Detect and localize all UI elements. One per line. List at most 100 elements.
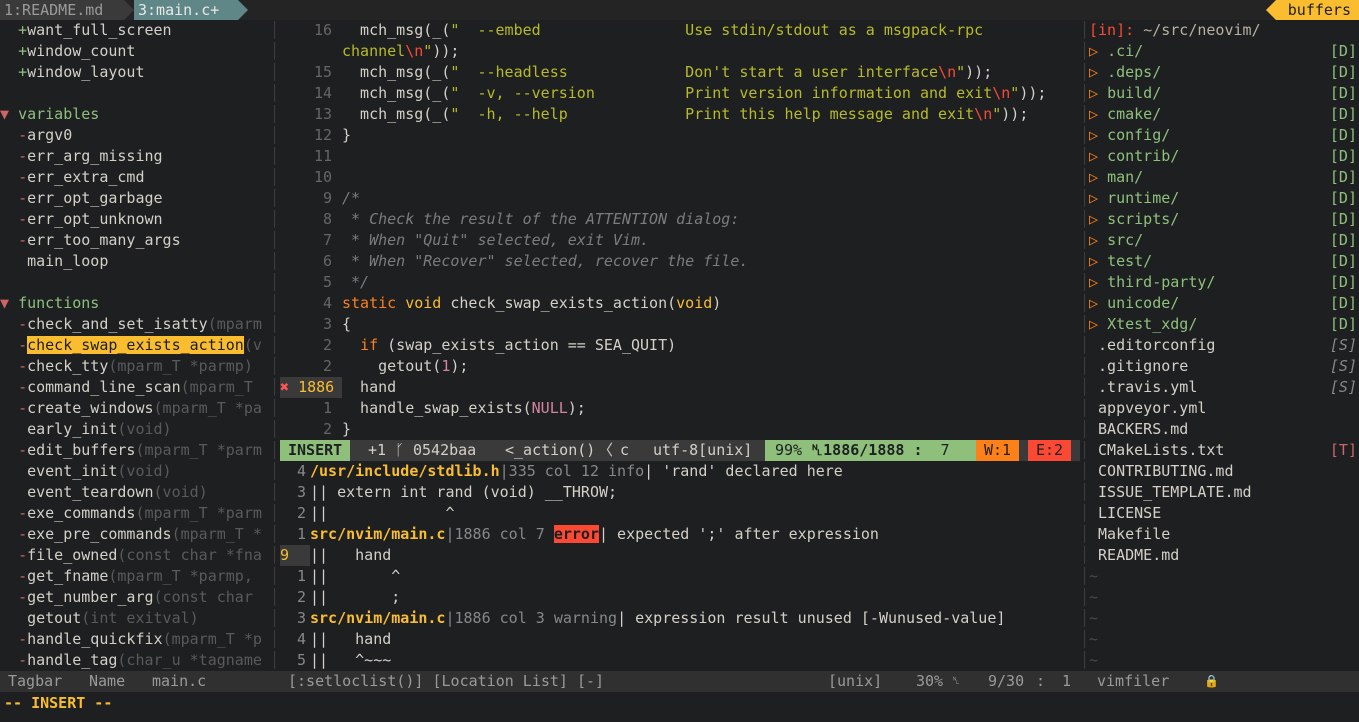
code-line[interactable]: 2 getout(1); [280, 356, 1080, 377]
tag-name[interactable]: event_init [27, 462, 117, 480]
tag-name[interactable]: want_full_screen [27, 21, 172, 39]
tagbar-row[interactable]: event_init(void) [0, 461, 270, 482]
collapse-icon[interactable]: ▼ [0, 105, 9, 123]
tagbar-row[interactable]: early_init(void) [0, 419, 270, 440]
tag-name[interactable]: get_number_arg [27, 588, 153, 606]
tag-name[interactable]: err_opt_garbage [27, 189, 162, 207]
code-line[interactable]: 3{ [280, 314, 1080, 335]
code-line[interactable]: 14 mch_msg(_(" -v, --version Print versi… [280, 83, 1080, 104]
tag-name[interactable]: err_opt_unknown [27, 210, 162, 228]
tag-name[interactable]: file_owned [27, 546, 117, 564]
tag-name[interactable]: err_too_many_args [27, 231, 181, 249]
tag-name[interactable]: handle_quickfix [27, 630, 162, 648]
directory-entry[interactable]: ▷ build/ [D] [1089, 83, 1359, 104]
tagbar-row[interactable]: -err_opt_garbage [0, 188, 270, 209]
loclist-entry[interactable]: 3 || extern int rand (void) __THROW; [280, 482, 1080, 503]
tag-name[interactable]: err_arg_missing [27, 147, 162, 165]
tag-name[interactable]: check_swap_exists_action [27, 336, 244, 354]
tab-readme[interactable]: 1:README.md [0, 0, 124, 20]
file-entry[interactable]: BACKERS.md [1089, 419, 1359, 440]
loclist-entry[interactable]: 2 || ; [280, 587, 1080, 608]
file-entry[interactable]: LICENSE [1089, 503, 1359, 524]
code-line[interactable]: 15 mch_msg(_(" --headless Don't start a … [280, 62, 1080, 83]
tag-name[interactable]: get_fname [27, 567, 108, 585]
directory-entry[interactable]: ▷ .deps/ [D] [1089, 62, 1359, 83]
tagbar-row[interactable]: -err_too_many_args [0, 230, 270, 251]
tagbar-row[interactable]: -handle_tag(char_u *tagname [0, 650, 270, 671]
tagbar-row[interactable]: -command_line_scan(mparm_T [0, 377, 270, 398]
loclist-entry[interactable]: 2 || ^ [280, 503, 1080, 524]
loclist-entry[interactable]: 3 src/nvim/main.c|1886 col 3 warning| exp… [280, 608, 1080, 629]
code-line[interactable]: 8 * Check the result of the ATTENTION di… [280, 209, 1080, 230]
tag-name[interactable]: edit_buffers [27, 441, 135, 459]
file-entry[interactable]: .gitignore [S] [1089, 356, 1359, 377]
editor-pane[interactable]: 16 mch_msg(_(" --embed Use stdin/stdout … [280, 20, 1080, 440]
directory-entry[interactable]: ▷ Xtest_xdg/ [D] [1089, 314, 1359, 335]
tagbar-row[interactable]: -handle_quickfix(mparm_T *p [0, 629, 270, 650]
tag-name[interactable]: getout [27, 609, 81, 627]
command-line[interactable]: -- INSERT -- [0, 692, 1359, 722]
directory-entry[interactable]: ▷ test/ [D] [1089, 251, 1359, 272]
tag-name[interactable]: window_layout [27, 63, 144, 81]
directory-entry[interactable]: ▷ man/ [D] [1089, 167, 1359, 188]
code-line[interactable]: 9 /* [280, 188, 1080, 209]
tagbar-row[interactable]: -file_owned(const char *fna [0, 545, 270, 566]
tagbar-row[interactable]: -err_arg_missing [0, 146, 270, 167]
tagbar-row[interactable]: -check_and_set_isatty(mparm [0, 314, 270, 335]
code-line[interactable]: 2} [280, 419, 1080, 440]
directory-entry[interactable]: ▷ scripts/ [D] [1089, 209, 1359, 230]
tagbar-row[interactable]: -exe_pre_commands(mparm_T * [0, 524, 270, 545]
tagbar-row[interactable]: -get_number_arg(const char [0, 587, 270, 608]
loclist-entry[interactable]: 9 || hand [280, 545, 1080, 566]
file-entry[interactable]: .editorconfig [S] [1089, 335, 1359, 356]
tag-name[interactable]: err_extra_cmd [27, 168, 144, 186]
file-entry[interactable]: Makefile [1089, 524, 1359, 545]
file-entry[interactable]: appveyor.yml [1089, 398, 1359, 419]
file-entry[interactable]: CONTRIBUTING.md [1089, 461, 1359, 482]
tagbar-row[interactable]: +window_layout [0, 62, 270, 83]
directory-entry[interactable]: ▷ src/ [D] [1089, 230, 1359, 251]
directory-entry[interactable]: ▷ third-party/ [D] [1089, 272, 1359, 293]
directory-entry[interactable]: ▷ contrib/ [D] [1089, 146, 1359, 167]
tag-name[interactable]: check_tty [27, 357, 108, 375]
directory-entry[interactable]: ▷ config/ [D] [1089, 125, 1359, 146]
buffers-label[interactable]: buffers [1265, 0, 1359, 20]
vimfiler-pane[interactable]: [in]: ~/src/neovim/▷ .ci/[D] ▷ .deps/[D] ▷… [1089, 20, 1359, 671]
tag-name[interactable]: window_count [27, 42, 135, 60]
tag-name[interactable]: exe_pre_commands [27, 525, 172, 543]
code-line[interactable]: 10 [280, 167, 1080, 188]
code-line[interactable]: 13 mch_msg(_(" -h, --help Print this hel… [280, 104, 1080, 125]
location-list-pane[interactable]: 4/usr/include/stdlib.h|335 col 12 info| … [280, 461, 1080, 671]
tag-name[interactable]: main_loop [27, 252, 108, 270]
tagbar-row[interactable]: -argv0 [0, 125, 270, 146]
tag-name[interactable]: early_init [27, 420, 117, 438]
tagbar-row[interactable]: getout(int exitval) [0, 608, 270, 629]
code-line[interactable]: 16 mch_msg(_(" --embed Use stdin/stdout … [280, 20, 1080, 41]
directory-entry[interactable]: ▷ cmake/ [D] [1089, 104, 1359, 125]
tagbar-row[interactable]: -check_swap_exists_action(v [0, 335, 270, 356]
tagbar-row[interactable]: -err_opt_unknown [0, 209, 270, 230]
tagbar-row[interactable]: +want_full_screen [0, 20, 270, 41]
tag-name[interactable]: exe_commands [27, 504, 135, 522]
loclist-entry[interactable]: 4/usr/include/stdlib.h|335 col 12 info| … [280, 461, 1080, 482]
tab-main-c[interactable]: 3:main.c+ [134, 0, 238, 20]
file-entry[interactable]: README.md [1089, 545, 1359, 566]
loclist-entry[interactable]: 1 src/nvim/main.c|1886 col 7 error| expec… [280, 524, 1080, 545]
tagbar-row[interactable]: -create_windows(mparm_T *pa [0, 398, 270, 419]
tag-name[interactable]: event_teardown [27, 483, 153, 501]
loclist-entry[interactable]: 5 || ^~~~ [280, 650, 1080, 671]
loclist-entry[interactable]: 4 || hand [280, 629, 1080, 650]
tagbar-row[interactable]: -edit_buffers(mparm_T *parm [0, 440, 270, 461]
code-line[interactable]: 5 */ [280, 272, 1080, 293]
tag-name[interactable]: handle_tag [27, 651, 117, 669]
tagbar-pane[interactable]: +want_full_screen +window_count +window_… [0, 20, 270, 671]
loclist-entry[interactable]: 1 || ^ [280, 566, 1080, 587]
tagbar-row[interactable]: ▼ functions [0, 293, 270, 314]
tagbar-row[interactable]: -exe_commands(mparm_T *parm [0, 503, 270, 524]
code-line[interactable]: 4 static void check_swap_exists_action(vo… [280, 293, 1080, 314]
code-line[interactable]: 11 [280, 146, 1080, 167]
tag-name[interactable]: create_windows [27, 399, 153, 417]
tagbar-row[interactable]: -get_fname(mparm_T *parmp, [0, 566, 270, 587]
tagbar-row[interactable]: main_loop [0, 251, 270, 272]
file-entry[interactable]: .travis.yml [S] [1089, 377, 1359, 398]
